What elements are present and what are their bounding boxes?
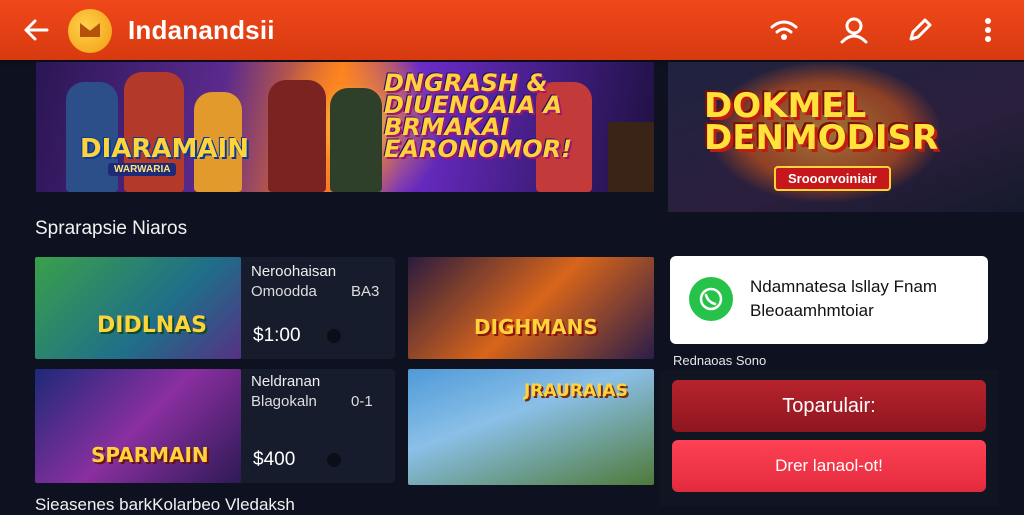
game-card[interactable]: SPARMAIN Neldranan Blagokaln 0-1 $400 xyxy=(35,369,395,483)
footer-section-title: Sieasenes barkKolarbeo Vledaksh xyxy=(35,495,295,514)
edit-pencil-icon[interactable] xyxy=(904,14,936,46)
favorite-dot-icon[interactable] xyxy=(327,329,341,343)
game-subtitle: Blagokaln xyxy=(251,393,317,410)
game-meta: BA3 xyxy=(351,283,380,300)
app-logo-icon xyxy=(68,9,112,53)
promo-badge: Srooorvoiniair xyxy=(774,166,891,191)
promo-title: DOKMEL DENMODISR xyxy=(704,86,939,158)
wifi-icon[interactable] xyxy=(768,14,800,46)
game-meta: 0-1 xyxy=(351,393,373,410)
game-subtitle: Omoodda xyxy=(251,283,317,300)
game-name: Neroohaisan xyxy=(251,263,337,280)
game-thumbnail: SPARMAIN xyxy=(35,369,241,483)
hero-banner[interactable]: DIARAMAIN WARWARIA DNGRASH & DIUENOAIA A… xyxy=(36,62,654,192)
whatsapp-notification-card[interactable]: Ndamnatesa lsllay Fnam Bleoaamhmtoiar xyxy=(670,256,988,344)
thumbnail-title: DIDLNAS xyxy=(97,313,208,338)
game-thumbnail: DIGHMANS xyxy=(408,257,654,359)
top-app-bar: Indanandsii xyxy=(0,0,1024,60)
notification-text: Ndamnatesa lsllay Fnam Bleoaamhmtoiar xyxy=(750,277,938,320)
side-label: Rednaoas Sono xyxy=(673,353,767,368)
hero-title-right: DNGRASH & DIUENOAIA A BRMAKAI EARONOMOR! xyxy=(384,69,573,163)
more-vertical-icon[interactable] xyxy=(972,14,1004,46)
game-thumbnail: JRAURAIAS xyxy=(408,369,654,485)
app-title: Indanandsii xyxy=(128,15,275,45)
hero-title-left-sub: WARWARIA xyxy=(108,163,177,176)
hero-prop xyxy=(608,122,654,192)
thumbnail-title: JRAURAIAS xyxy=(524,381,628,401)
promo-banner[interactable]: DOKMEL DENMODISR Srooorvoiniair xyxy=(668,62,1024,212)
game-card[interactable]: JRAURAIAS xyxy=(408,369,654,485)
game-card[interactable]: DIGHMANS xyxy=(408,257,654,359)
primary-action-button[interactable]: Toparulair: xyxy=(672,380,986,432)
game-name: Neldranan xyxy=(251,373,321,390)
game-card[interactable]: DIDLNAS Neroohaisan Omoodda BA3 $1:00 xyxy=(35,257,395,359)
hero-character xyxy=(268,80,326,192)
hero-character xyxy=(330,88,382,192)
thumbnail-title: SPARMAIN xyxy=(91,443,209,467)
thumbnail-title: DIGHMANS xyxy=(474,315,598,339)
secondary-action-button[interactable]: Drer lanaol-ot! xyxy=(672,440,986,492)
back-arrow-icon[interactable] xyxy=(20,14,52,46)
hero-title-left: DIARAMAIN xyxy=(80,134,249,164)
section-title: Sprarapsie Niaros xyxy=(35,218,188,239)
whatsapp-icon xyxy=(689,277,733,321)
favorite-dot-icon[interactable] xyxy=(327,453,341,467)
game-thumbnail: DIDLNAS xyxy=(35,257,241,359)
profile-icon[interactable] xyxy=(838,14,870,46)
game-price: $400 xyxy=(253,449,296,470)
game-price: $1:00 xyxy=(253,325,301,346)
